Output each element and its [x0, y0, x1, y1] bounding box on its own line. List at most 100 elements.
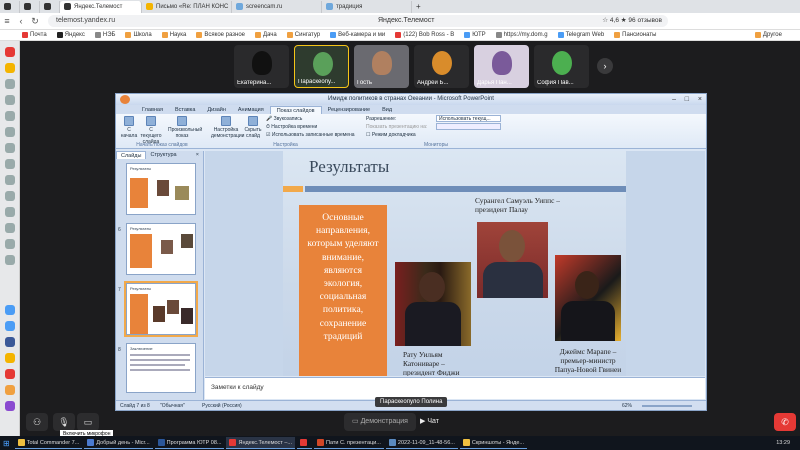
ribbon-tab-home[interactable]: Главная [136, 106, 169, 114]
bookmark-folder[interactable]: Наука [161, 32, 186, 38]
taskbar-item[interactable]: Пати С. презентаци... [313, 437, 384, 449]
rehearse-timings-button[interactable]: ⏱ Настройка времени [266, 124, 317, 130]
bookmark-folder[interactable]: Школа [125, 32, 152, 38]
sidebar-app-icon[interactable] [4, 191, 15, 201]
taskbar-item[interactable]: Total Commander 7... [14, 437, 83, 449]
office-button-icon[interactable] [120, 95, 130, 104]
slide-thumbnail[interactable]: Результаты [126, 223, 196, 275]
slide-thumbnail[interactable]: Результаты [126, 163, 196, 215]
notes-pane[interactable]: Заметки к слайду [205, 377, 705, 399]
tab-outline[interactable]: Структура [146, 151, 180, 159]
bookmark-folder[interactable]: Всякое разное [196, 32, 245, 38]
reload-icon[interactable]: ↻ [28, 16, 42, 27]
hide-slide-button[interactable]: Скрыть слайд [243, 116, 263, 139]
bookmark-item[interactable]: НЭБ [94, 32, 115, 38]
bookmark-item[interactable]: (122) Bob Ross - B [395, 32, 454, 38]
bookmark-item[interactable]: Telegram Web [557, 32, 604, 38]
sidebar-app-icon[interactable] [4, 239, 15, 249]
sidebar-app-icon[interactable] [4, 175, 15, 185]
start-icon[interactable]: ⊞ [0, 437, 13, 449]
setup-show-button[interactable]: Настройка демонстрации [211, 116, 244, 139]
slide-thumbnail[interactable]: Заключение [126, 343, 196, 393]
sidebar-app-icon[interactable] [4, 401, 15, 411]
bookmark-item[interactable]: ЮТР [464, 32, 486, 38]
taskbar-item[interactable]: Программа ЮТР 08... [154, 437, 225, 449]
participant-tile-active[interactable]: Параскеопу... [294, 45, 349, 88]
sidebar-app-icon[interactable] [4, 95, 15, 105]
maximize-icon[interactable]: □ [685, 94, 689, 105]
bookmark-item[interactable]: Веб-камера и ми [330, 32, 385, 38]
bookmark-folder[interactable]: Дача [255, 32, 277, 38]
bookmark-folder[interactable]: Сингатур [286, 32, 320, 38]
address-input[interactable]: telemost.yandex.ru Яндекс.Телемост ☆ 4,6… [48, 15, 668, 27]
participant-tile[interactable]: Андрей Б... [414, 45, 469, 88]
from-current-button[interactable]: С текущего слайда [140, 116, 162, 145]
from-start-button[interactable]: С начала [119, 116, 139, 139]
sidebar-app-icon[interactable] [4, 63, 15, 73]
menu-icon[interactable]: ≡ [0, 16, 14, 26]
show-on-select[interactable] [436, 123, 501, 130]
taskbar-item[interactable]: Добрый день - Micr... [84, 437, 153, 449]
back-icon[interactable]: ‹ [14, 16, 28, 26]
tab[interactable] [40, 0, 60, 13]
sidebar-app-icon[interactable] [4, 385, 15, 395]
ribbon-tab-animation[interactable]: Анимация [232, 106, 270, 114]
minimize-icon[interactable]: – [672, 94, 676, 105]
current-slide[interactable]: Результаты Основные направления, которым… [283, 151, 626, 376]
sidebar-app-icon[interactable] [4, 127, 15, 137]
ribbon-tab-slideshow[interactable]: Показ слайдов [269, 106, 322, 114]
tab[interactable] [0, 0, 20, 13]
taskbar-item[interactable] [296, 437, 312, 449]
bookmark-item[interactable]: https://my.dom.g [495, 32, 548, 38]
presenter-view-checkbox[interactable]: ☐ Режим докладчика [366, 132, 416, 138]
next-participants-icon[interactable]: › [597, 58, 613, 74]
camera-off-icon[interactable]: ▭ [77, 413, 99, 431]
tab-slides[interactable]: Слайды [116, 151, 147, 159]
ribbon-tab-view[interactable]: Вид [376, 106, 398, 114]
bookmark-folder[interactable]: Пансионаты [614, 32, 656, 38]
tab-telemost[interactable]: Яндекс.Телемост [60, 0, 142, 13]
bookmark-folder-other[interactable]: Другое [754, 32, 782, 38]
participant-tile[interactable]: Дарья Пан... [474, 45, 529, 88]
participants-icon[interactable]: ⚇ [26, 413, 48, 431]
sidebar-app-icon[interactable] [4, 353, 15, 363]
participant-tile[interactable]: Екатерина... [234, 45, 289, 88]
close-panel-icon[interactable]: × [192, 151, 203, 159]
use-timings-checkbox[interactable]: ☑ Использовать записанные времена [266, 132, 355, 138]
sidebar-app-icon[interactable] [4, 111, 15, 121]
sidebar-app-icon[interactable] [4, 337, 15, 347]
tab-tradition[interactable]: традиция [322, 0, 412, 13]
sidebar-app-icon[interactable] [4, 143, 15, 153]
hang-up-icon[interactable]: ✆ [774, 413, 796, 431]
taskbar-item[interactable]: Скриншоты - Янде... [459, 437, 527, 449]
taskbar-item[interactable]: 2022-11-09_11-48-56... [385, 437, 458, 449]
sidebar-app-icon[interactable] [4, 47, 15, 57]
bookmark-item[interactable]: Яндекс [56, 32, 85, 38]
ribbon-tab-design[interactable]: Дизайн [201, 106, 232, 114]
participant-tile[interactable]: Гость [354, 45, 409, 88]
sidebar-app-icon[interactable] [4, 79, 15, 89]
slide-thumbnail-selected[interactable]: Результаты [124, 281, 198, 337]
tab-screencam[interactable]: screencam.ru [232, 0, 322, 13]
tab-mail[interactable]: Письмо «Re: ПЛАН КОНС [142, 0, 232, 13]
tab[interactable] [20, 0, 40, 13]
sidebar-app-icon[interactable] [4, 321, 15, 331]
new-tab-button[interactable]: + [412, 1, 426, 13]
resolution-select[interactable]: Использовать текущ... [436, 115, 501, 122]
custom-show-button[interactable]: Произвольный показ [168, 116, 202, 139]
sidebar-app-icon[interactable] [4, 223, 15, 233]
bookmark-item[interactable]: Почта [22, 32, 47, 38]
taskbar-clock[interactable]: 13:29 [776, 440, 790, 446]
zoom-slider[interactable] [642, 405, 692, 407]
ribbon-tab-review[interactable]: Рецензирование [322, 106, 376, 114]
participant-tile[interactable]: София Пав... [534, 45, 589, 88]
taskbar-item-active[interactable]: Яндекс.Телемост –... [226, 437, 295, 449]
sidebar-app-icon[interactable] [4, 255, 15, 265]
sidebar-app-icon[interactable] [4, 305, 15, 315]
screen-share-button[interactable]: ▭ Демонстрация [344, 413, 416, 431]
record-narration-button[interactable]: 🎤 Звукозапись [266, 116, 302, 122]
sidebar-app-icon[interactable] [4, 159, 15, 169]
sidebar-app-icon[interactable] [4, 369, 15, 379]
sidebar-app-icon[interactable] [4, 207, 15, 217]
microphone-off-icon[interactable]: 🎙 [53, 413, 75, 431]
